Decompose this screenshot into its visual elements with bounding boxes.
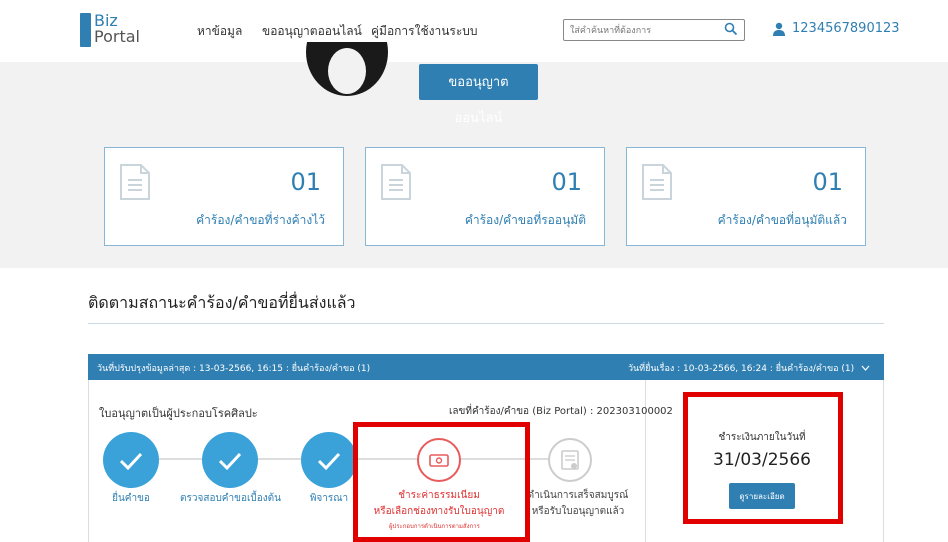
last-updated-text: วันที่ปรับปรุงข้อมูลล่าสุด : 13-03-2566,… xyxy=(97,364,371,374)
check-icon xyxy=(218,452,242,471)
approved-requests-card[interactable]: 01 คำร้อง/คำขอที่อนุมัติแล้ว xyxy=(626,147,866,246)
step-submit-label: ยื่นคำขอ xyxy=(112,493,150,504)
document-icon xyxy=(642,164,672,200)
highlight-payment-due xyxy=(683,392,843,524)
step-complete-label-2: หรือรับใบอนุญาตแล้ว xyxy=(531,506,625,517)
submitted-date-text: วันที่ยื่นเรื่อง : 10-03-2566, 16:24 : ย… xyxy=(628,361,870,375)
nav-user-manual[interactable]: คู่มือการใช้งานระบบ xyxy=(371,22,478,41)
certificate-icon xyxy=(561,450,579,470)
top-navbar: Biz Portal หาข้อมูล ขออนุญาตออนไลน์ คู่ม… xyxy=(0,0,948,62)
document-icon xyxy=(120,164,150,200)
approved-count: 01 xyxy=(812,168,843,196)
pending-label: คำร้อง/คำขอที่รออนุมัติ xyxy=(464,213,586,227)
section-divider xyxy=(88,323,884,324)
document-icon xyxy=(381,164,411,200)
search-box xyxy=(563,19,745,41)
user-id: 1234567890123 xyxy=(792,21,900,36)
step-complete-label: ดำเนินการเสร็จสมบูรณ์ xyxy=(527,490,629,501)
search-icon[interactable] xyxy=(724,22,738,36)
draft-label: คำร้อง/คำขอที่ร่างค้างไว้ xyxy=(196,213,325,227)
profile-avatar xyxy=(306,42,388,96)
draft-count: 01 xyxy=(290,168,321,196)
nav-online-permit[interactable]: ขออนุญาตออนไลน์ xyxy=(262,22,362,41)
logo-text-bottom: Portal xyxy=(94,27,140,46)
step-consider-label: พิจารณา xyxy=(309,493,349,504)
request-number: เลขที่คำร้อง/คำขอ (Biz Portal) : 2023031… xyxy=(449,406,673,417)
pending-requests-card[interactable]: 01 คำร้อง/คำขอที่รออนุมัติ xyxy=(365,147,605,246)
step-submit xyxy=(103,432,159,488)
check-icon xyxy=(317,452,341,471)
pending-count: 01 xyxy=(551,168,582,196)
online-permit-button[interactable]: ขออนุญาตออนไลน์ xyxy=(419,64,538,126)
user-icon xyxy=(773,22,785,36)
section-title: ติดตามสถานะคำร้อง/คำขอที่ยื่นส่งแล้ว xyxy=(88,293,356,312)
step-consider xyxy=(301,432,357,488)
bizportal-logo[interactable]: Biz Portal xyxy=(80,12,150,47)
license-name: ใบอนุญาตเป็นผู้ประกอบโรคศิลปะ xyxy=(99,407,258,420)
logo-mark xyxy=(80,13,91,47)
step-initial-check xyxy=(202,432,258,488)
nav-search-info[interactable]: หาข้อมูล xyxy=(197,22,242,41)
draft-requests-card[interactable]: 01 คำร้อง/คำขอที่ร่างค้างไว้ xyxy=(104,147,344,246)
approved-label: คำร้อง/คำขอที่อนุมัติแล้ว xyxy=(717,213,847,227)
highlight-payment-step xyxy=(353,422,530,542)
check-icon xyxy=(119,452,143,471)
step-complete xyxy=(548,438,592,482)
dashboard-summary: ขออนุญาตออนไลน์ 01 คำร้อง/คำขอที่ร่างค้า… xyxy=(0,42,948,268)
request-panel-header[interactable]: วันที่ปรับปรุงข้อมูลล่าสุด : 13-03-2566,… xyxy=(88,354,884,380)
step-initial-check-label: ตรวจสอบคำขอเบื้องต้น xyxy=(180,493,281,504)
chevron-down-icon[interactable] xyxy=(861,365,870,371)
search-input[interactable] xyxy=(568,22,722,40)
